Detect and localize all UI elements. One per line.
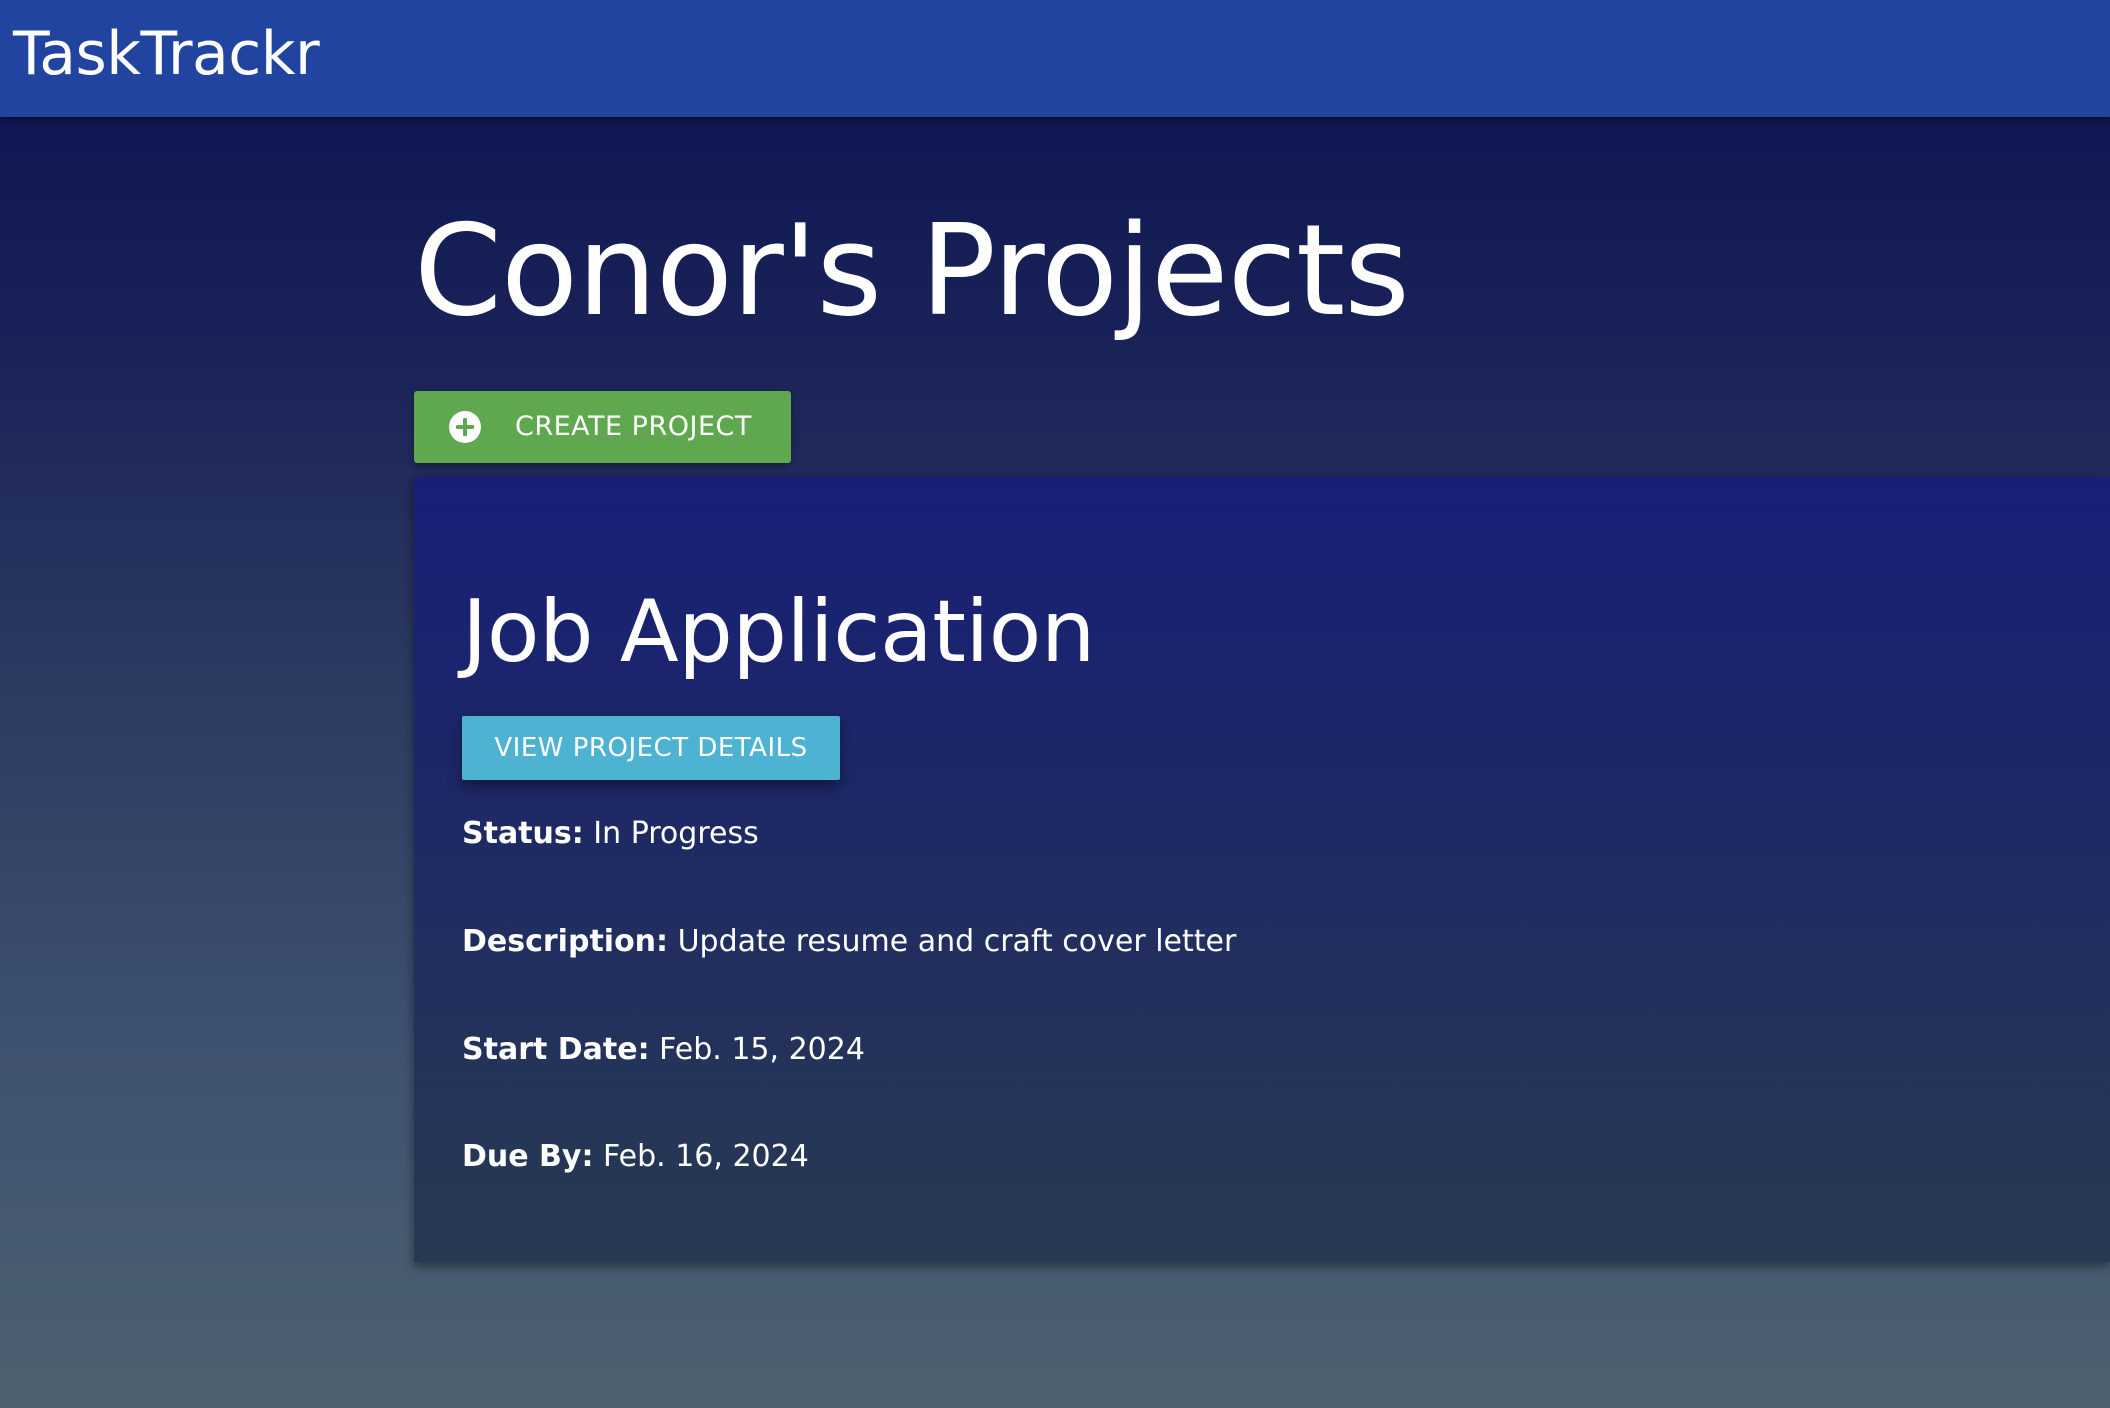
project-title: Job Application (462, 582, 1095, 682)
create-project-button[interactable]: CREATE PROJECT (414, 391, 791, 463)
status-value: In Progress (593, 816, 759, 851)
view-project-details-button[interactable]: VIEW PROJECT DETAILS (462, 716, 840, 780)
project-status: Status: In Progress (462, 814, 759, 854)
page-title: Conor's Projects (414, 197, 1410, 344)
project-start-date: Start Date: Feb. 15, 2024 (462, 1030, 865, 1070)
project-description: Description: Update resume and craft cov… (462, 922, 1236, 962)
project-due-date: Due By: Feb. 16, 2024 (462, 1137, 809, 1177)
description-label: Description: (462, 924, 669, 959)
start-date-value: Feb. 15, 2024 (659, 1032, 865, 1067)
status-label: Status: (462, 816, 584, 851)
due-date-label: Due By: (462, 1139, 594, 1174)
top-navbar: TaskTrackr (0, 0, 2110, 117)
due-date-value: Feb. 16, 2024 (603, 1139, 809, 1174)
start-date-label: Start Date: (462, 1032, 650, 1067)
plus-circle-icon (449, 411, 481, 443)
create-project-label: CREATE PROJECT (515, 411, 752, 442)
brand-logo-link[interactable]: TaskTrackr (13, 14, 320, 94)
description-value: Update resume and craft cover letter (677, 924, 1237, 959)
project-card: Job Application VIEW PROJECT DETAILS Sta… (414, 477, 2110, 1262)
